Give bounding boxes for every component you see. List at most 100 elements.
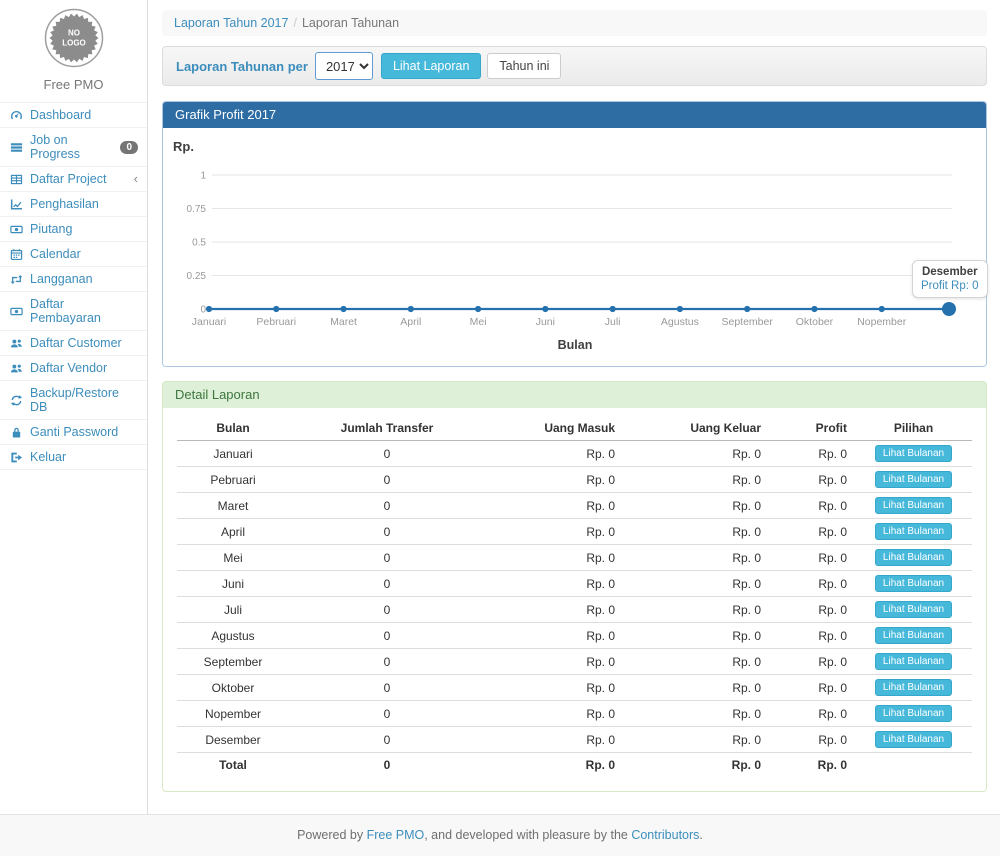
column-header-uang-keluar: Uang Keluar [623, 416, 769, 441]
profit-cell: Rp. 0 [769, 649, 855, 675]
uang-masuk-cell: Rp. 0 [485, 519, 623, 545]
svg-text:Juli: Juli [605, 316, 621, 328]
transfer-cell: 0 [289, 571, 485, 597]
column-header-bulan: Bulan [177, 416, 289, 441]
uang-keluar-cell: Rp. 0 [623, 727, 769, 753]
action-cell: Lihat Bulanan [855, 727, 972, 753]
action-cell: Lihat Bulanan [855, 441, 972, 467]
lihat-bulanan-button[interactable]: Lihat Bulanan [875, 575, 952, 592]
lihat-laporan-button[interactable]: Lihat Laporan [381, 53, 481, 79]
table-row: Pebruari0Rp. 0Rp. 0Rp. 0Lihat Bulanan [177, 467, 972, 493]
lihat-bulanan-button[interactable]: Lihat Bulanan [875, 471, 952, 488]
month-cell: Januari [177, 441, 289, 467]
sidebar-item-daftar-vendor[interactable]: Daftar Vendor [0, 355, 147, 380]
sidebar-item-label: Daftar Vendor [30, 361, 107, 375]
sidebar-item-label: Ganti Password [30, 425, 118, 439]
svg-text:0: 0 [200, 305, 206, 316]
sidebar-item-dashboard[interactable]: Dashboard [0, 102, 147, 127]
uang-masuk-cell: Rp. 0 [485, 649, 623, 675]
svg-text:April: April [400, 316, 421, 328]
svg-text:Oktober: Oktober [796, 316, 834, 328]
table-row: Desember0Rp. 0Rp. 0Rp. 0Lihat Bulanan [177, 727, 972, 753]
chart-tooltip-title: Desember [921, 266, 979, 278]
table-row: Agustus0Rp. 0Rp. 0Rp. 0Lihat Bulanan [177, 623, 972, 649]
lihat-bulanan-button[interactable]: Lihat Bulanan [875, 549, 952, 566]
uang-keluar-cell: Rp. 0 [623, 493, 769, 519]
uang-keluar-cell: Rp. 0 [623, 545, 769, 571]
sidebar-item-calendar[interactable]: Calendar [0, 241, 147, 266]
page-footer: Powered by Free PMO, and developed with … [0, 814, 1000, 856]
lihat-bulanan-button[interactable]: Lihat Bulanan [875, 731, 952, 748]
uang-masuk-cell: Rp. 0 [485, 623, 623, 649]
action-cell: Lihat Bulanan [855, 493, 972, 519]
uang-keluar-cell: Rp. 0 [623, 571, 769, 597]
profit-cell: Rp. 0 [769, 467, 855, 493]
transfer-cell: 0 [289, 597, 485, 623]
lihat-bulanan-button[interactable]: Lihat Bulanan [875, 497, 952, 514]
lihat-bulanan-button[interactable]: Lihat Bulanan [875, 679, 952, 696]
sign-out-icon [9, 450, 24, 464]
sidebar-item-backup-restore-db[interactable]: Backup/Restore DB [0, 380, 147, 419]
uang-keluar-cell: Rp. 0 [623, 441, 769, 467]
profit-cell: Rp. 0 [769, 545, 855, 571]
profit-cell: Rp. 0 [769, 701, 855, 727]
uang-masuk-cell: Rp. 0 [485, 571, 623, 597]
column-header-jumlah-transfer: Jumlah Transfer [289, 416, 485, 441]
transfer-cell: 0 [289, 675, 485, 701]
total-empty-cell [855, 753, 972, 777]
lihat-bulanan-button[interactable]: Lihat Bulanan [875, 601, 952, 618]
month-cell: Agustus [177, 623, 289, 649]
action-cell: Lihat Bulanan [855, 649, 972, 675]
profit-cell: Rp. 0 [769, 727, 855, 753]
sidebar-item-label: Backup/Restore DB [30, 386, 138, 414]
lihat-bulanan-button[interactable]: Lihat Bulanan [875, 627, 952, 644]
breadcrumb-link[interactable]: Laporan Tahun 2017 [174, 16, 288, 30]
money-icon [9, 304, 24, 318]
detail-report-panel: Detail Laporan BulanJumlah TransferUang … [162, 381, 987, 792]
sidebar-item-keluar[interactable]: Keluar [0, 444, 147, 470]
profit-cell: Rp. 0 [769, 623, 855, 649]
month-cell: September [177, 649, 289, 675]
lihat-bulanan-button[interactable]: Lihat Bulanan [875, 523, 952, 540]
sidebar-item-penghasilan[interactable]: Penghasilan [0, 191, 147, 216]
main-content: Laporan Tahun 2017/Laporan Tahunan Lapor… [148, 0, 1000, 814]
svg-text:1: 1 [200, 171, 206, 182]
sidebar-item-label: Daftar Project [30, 172, 106, 186]
sidebar-item-label: Daftar Customer [30, 336, 122, 350]
table-row: Nopember0Rp. 0Rp. 0Rp. 0Lihat Bulanan [177, 701, 972, 727]
svg-text:Mei: Mei [470, 316, 487, 328]
footer-brand-link[interactable]: Free PMO [367, 828, 425, 842]
sidebar-item-job-on-progress[interactable]: Job on Progress0 [0, 127, 147, 166]
sidebar-item-langganan[interactable]: Langganan [0, 266, 147, 291]
year-select[interactable]: 2017 [315, 52, 373, 80]
profit-cell: Rp. 0 [769, 493, 855, 519]
lihat-bulanan-button[interactable]: Lihat Bulanan [875, 653, 952, 670]
profit-cell: Rp. 0 [769, 519, 855, 545]
retweet-icon [9, 272, 24, 286]
month-cell: Nopember [177, 701, 289, 727]
profit-cell: Rp. 0 [769, 571, 855, 597]
footer-contributors-link[interactable]: Contributors [631, 828, 699, 842]
column-header-profit: Profit [769, 416, 855, 441]
sidebar-item-daftar-customer[interactable]: Daftar Customer [0, 330, 147, 355]
month-cell: April [177, 519, 289, 545]
sidebar-item-daftar-pembayaran[interactable]: Daftar Pembayaran [0, 291, 147, 330]
transfer-cell: 0 [289, 701, 485, 727]
footer-text-suffix: . [699, 828, 702, 842]
lihat-bulanan-button[interactable]: Lihat Bulanan [875, 445, 952, 462]
svg-text:Januari: Januari [192, 316, 226, 328]
svg-text:LOGO: LOGO [62, 39, 86, 48]
footer-text-prefix: Powered by [297, 828, 366, 842]
detail-panel-body: BulanJumlah TransferUang MasukUang Kelua… [163, 408, 986, 791]
action-cell: Lihat Bulanan [855, 623, 972, 649]
sidebar-item-ganti-password[interactable]: Ganti Password [0, 419, 147, 444]
sidebar-item-label: Langganan [30, 272, 93, 286]
tahun-ini-button[interactable]: Tahun ini [487, 53, 561, 79]
sidebar-item-label: Job on Progress [30, 133, 114, 161]
table-row: April0Rp. 0Rp. 0Rp. 0Lihat Bulanan [177, 519, 972, 545]
profit-line-chart: 00.250.50.751JanuariPebruariMaretAprilMe… [163, 128, 987, 333]
sidebar-item-piutang[interactable]: Piutang [0, 216, 147, 241]
sidebar-item-daftar-project[interactable]: Daftar Project‹ [0, 166, 147, 191]
total-value-cell: 0 [289, 753, 485, 777]
lihat-bulanan-button[interactable]: Lihat Bulanan [875, 705, 952, 722]
